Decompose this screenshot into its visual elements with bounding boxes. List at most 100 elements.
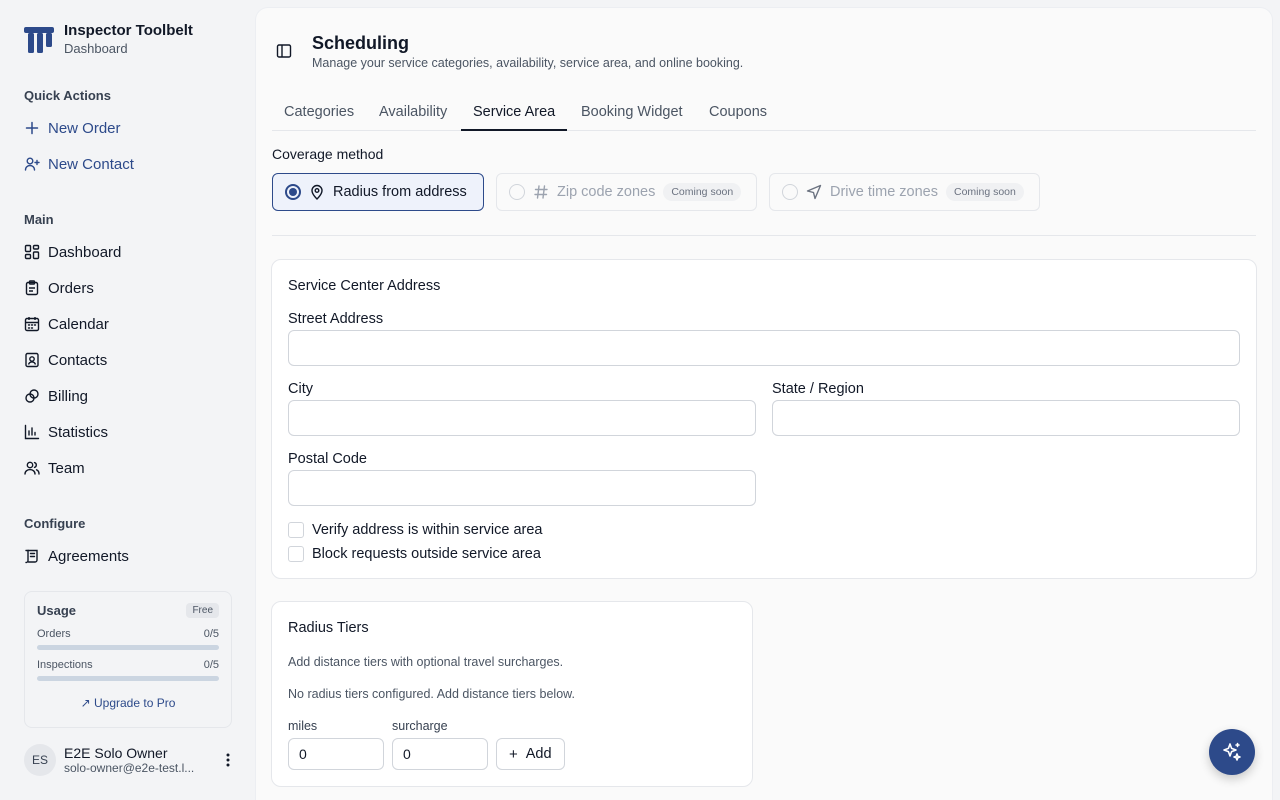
user-email: solo-owner@e2e-test.l...	[64, 761, 195, 775]
inspections-usage-label: Inspections	[37, 659, 93, 671]
user-name: E2E Solo Owner	[64, 745, 168, 761]
scroll-icon	[24, 548, 40, 564]
sidebar-item-calendar[interactable]: Calendar	[24, 312, 109, 336]
more-vertical-icon[interactable]	[220, 752, 236, 768]
radio-disabled	[509, 184, 525, 200]
bar-chart-icon	[24, 424, 40, 440]
tab-coupons[interactable]: Coupons	[697, 102, 779, 131]
card-title: Service Center Address	[288, 278, 441, 294]
sidebar-item-label: Team	[48, 459, 85, 477]
sidebar-toggle-icon[interactable]	[276, 43, 292, 59]
service-center-address-card: Service Center Address Street Address Ci…	[271, 259, 1257, 579]
state-region-label: State / Region	[772, 381, 864, 397]
arrow-up-right-icon: ↗	[80, 696, 91, 710]
verify-address-checkbox[interactable]	[288, 522, 304, 538]
orders-usage-row: Orders 0/5	[37, 628, 219, 640]
configure-section-label: Configure	[24, 516, 86, 531]
sidebar-item-statistics[interactable]: Statistics	[24, 420, 108, 444]
new-order-label: New Order	[48, 119, 121, 137]
verify-address-label: Verify address is within service area	[312, 522, 543, 538]
surcharge-label: surcharge	[392, 719, 448, 733]
brand[interactable]: Inspector Toolbelt Dashboard	[24, 22, 193, 57]
card-title: Radius Tiers	[288, 620, 369, 636]
coverage-method-label: Coverage method	[272, 146, 384, 162]
coverage-option-radius[interactable]: Radius from address	[272, 173, 484, 211]
new-contact-label: New Contact	[48, 155, 134, 173]
main-panel: Scheduling Manage your service categorie…	[256, 8, 1272, 800]
sidebar-item-label: Billing	[48, 387, 89, 405]
radio-disabled	[782, 184, 798, 200]
postal-code-label: Postal Code	[288, 451, 367, 467]
sidebar: Inspector Toolbelt Dashboard Quick Actio…	[0, 0, 256, 800]
sidebar-item-agreements[interactable]: Agreements	[24, 544, 129, 568]
radius-tiers-card: Radius Tiers Add distance tiers with opt…	[271, 601, 753, 787]
radio-selected[interactable]	[285, 184, 301, 200]
user-menu[interactable]: ES E2E Solo Owner solo-owner@e2e-test.l.…	[24, 738, 240, 782]
usage-card: Usage Free Orders 0/5 Inspections 0/5 ↗ …	[24, 591, 232, 728]
tab-service-area[interactable]: Service Area	[461, 102, 568, 131]
street-address-label: Street Address	[288, 311, 384, 327]
sidebar-item-label: Agreements	[48, 547, 129, 565]
sidebar-item-contacts[interactable]: Contacts	[24, 348, 107, 372]
sidebar-item-billing[interactable]: Billing	[24, 384, 88, 408]
coming-soon-badge: Coming soon	[663, 183, 742, 201]
divider	[272, 235, 1256, 236]
tab-booking-widget[interactable]: Booking Widget	[569, 102, 695, 131]
radius-tiers-description: Add distance tiers with optional travel …	[288, 655, 564, 669]
plus-icon	[24, 120, 40, 136]
usage-title: Usage	[37, 603, 77, 618]
app-subtitle: Dashboard	[64, 41, 128, 56]
coverage-option-label: Radius from address	[333, 184, 467, 200]
page-description: Manage your service categories, availabi…	[312, 56, 744, 70]
street-address-input[interactable]	[288, 330, 1240, 366]
coverage-option-drive-time: Drive time zones Coming soon	[769, 173, 1040, 211]
sidebar-item-team[interactable]: Team	[24, 456, 85, 480]
coverage-option-label: Zip code zones	[557, 184, 656, 200]
ai-assistant-button[interactable]	[1209, 729, 1255, 775]
app-name: Inspector Toolbelt	[64, 22, 193, 39]
add-tier-button[interactable]: + Add	[496, 738, 565, 770]
coming-soon-badge: Coming soon	[945, 183, 1024, 201]
state-region-input[interactable]	[772, 400, 1240, 436]
tab-availability[interactable]: Availability	[367, 102, 459, 131]
city-input[interactable]	[288, 400, 756, 436]
plus-icon: +	[509, 745, 518, 763]
postal-code-input[interactable]	[288, 470, 756, 506]
clipboard-icon	[24, 280, 40, 296]
inspections-usage-row: Inspections 0/5	[37, 659, 219, 671]
verify-address-row[interactable]: Verify address is within service area	[288, 522, 543, 538]
sidebar-item-label: Orders	[48, 279, 94, 297]
sparkles-icon	[1223, 742, 1241, 761]
sidebar-item-label: Contacts	[48, 351, 108, 369]
block-requests-checkbox[interactable]	[288, 546, 304, 562]
logo-icon	[24, 27, 54, 53]
new-contact-button[interactable]: New Contact	[24, 152, 134, 176]
orders-usage-value: 0/5	[203, 628, 219, 640]
user-plus-icon	[24, 156, 40, 172]
block-requests-row[interactable]: Block requests outside service area	[288, 546, 541, 562]
billing-icon	[24, 388, 40, 404]
quick-actions-label: Quick Actions	[24, 88, 111, 103]
city-label: City	[288, 381, 313, 397]
miles-label: miles	[288, 719, 318, 733]
main-section-label: Main	[24, 212, 54, 227]
coverage-option-zip: Zip code zones Coming soon	[496, 173, 757, 211]
upgrade-label: Upgrade to Pro	[94, 696, 176, 710]
miles-input[interactable]	[288, 738, 384, 770]
hash-icon	[533, 184, 549, 200]
users-icon	[24, 460, 40, 476]
contact-card-icon	[24, 352, 40, 368]
tab-categories[interactable]: Categories	[272, 102, 366, 131]
new-order-button[interactable]: New Order	[24, 116, 121, 140]
map-pin-icon	[309, 184, 325, 200]
upgrade-link[interactable]: ↗ Upgrade to Pro	[25, 696, 231, 710]
inspections-usage-bar	[37, 676, 219, 681]
sidebar-item-dashboard[interactable]: Dashboard	[24, 240, 121, 264]
inspections-usage-value: 0/5	[203, 659, 219, 671]
block-requests-label: Block requests outside service area	[312, 546, 541, 562]
surcharge-input[interactable]	[392, 738, 488, 770]
coverage-option-label: Drive time zones	[830, 184, 938, 200]
sidebar-item-label: Statistics	[48, 423, 109, 441]
orders-usage-label: Orders	[37, 628, 71, 640]
sidebar-item-orders[interactable]: Orders	[24, 276, 94, 300]
